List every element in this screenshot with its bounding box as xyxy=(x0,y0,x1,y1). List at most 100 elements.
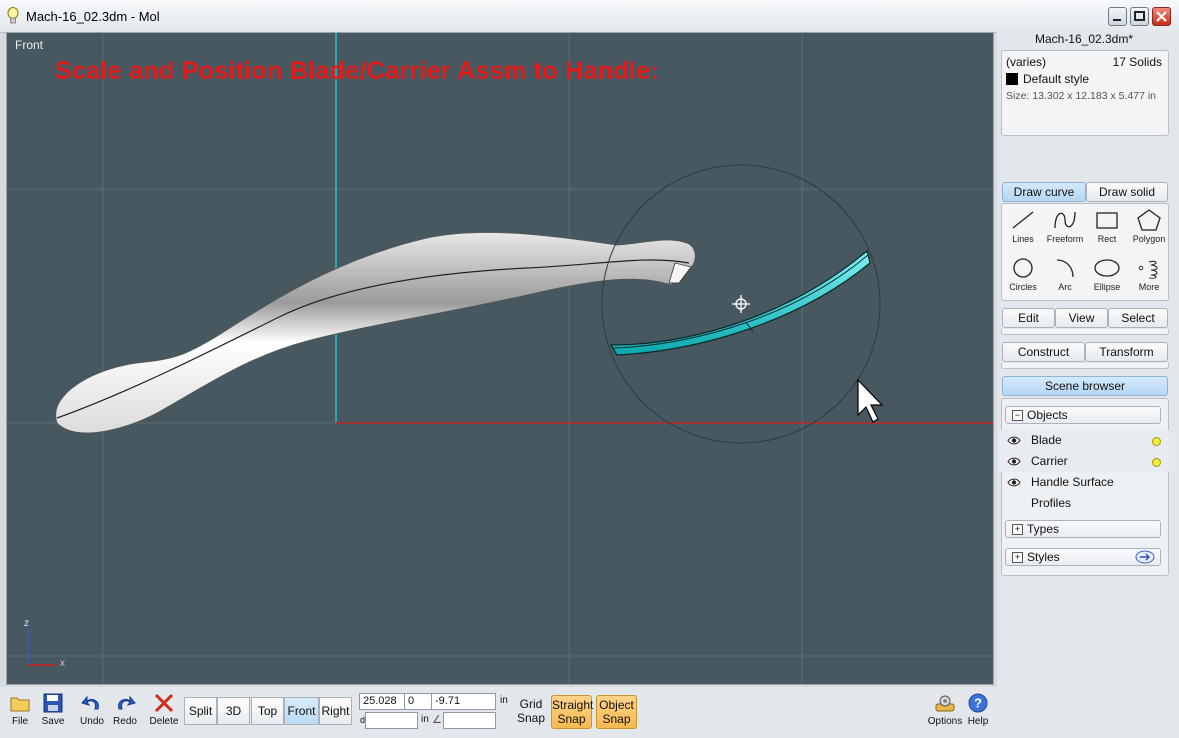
angle-icon: ∠ xyxy=(432,714,442,726)
redo-label: Redo xyxy=(113,716,137,727)
tab-select[interactable]: Select xyxy=(1108,308,1168,328)
straight-snap-toggle[interactable]: Straight Snap xyxy=(551,695,594,729)
objects-header[interactable]: − Objects xyxy=(1005,406,1161,424)
help-label: Help xyxy=(967,716,989,727)
objects-header-label: Objects xyxy=(1027,408,1068,422)
title-bar: Mach-16_02.3dm - Mol xyxy=(0,0,1179,33)
expand-icon[interactable]: + xyxy=(1012,524,1023,536)
file-label: File xyxy=(11,716,29,727)
selection-count: 17 Solids xyxy=(1112,55,1162,69)
tab-transform[interactable]: Transform xyxy=(1085,342,1168,362)
straight-snap-line2: Snap xyxy=(557,712,586,726)
grid-snap-line2: Snap xyxy=(516,711,546,725)
eye-icon[interactable] xyxy=(1007,436,1021,445)
save-label: Save xyxy=(41,716,65,727)
view-right-button[interactable]: Right xyxy=(319,697,352,725)
types-header[interactable]: + Types xyxy=(1005,520,1161,538)
grid-lines xyxy=(7,33,993,684)
freeform-icon xyxy=(1054,211,1076,229)
tool-freeform[interactable]: Freeform xyxy=(1044,204,1086,252)
tool-arc[interactable]: Arc xyxy=(1044,252,1086,300)
tool-more[interactable]: More xyxy=(1128,252,1170,300)
maximize-button[interactable] xyxy=(1130,7,1149,26)
tab-draw-curve[interactable]: Draw curve xyxy=(1002,182,1086,202)
tool-circles-label: Circles xyxy=(1009,282,1037,292)
styles-header-label: Styles xyxy=(1027,550,1060,564)
bottom-toolbar: File Save Undo Redo Delete Split 3D Top … xyxy=(0,687,997,738)
tool-polygon[interactable]: Polygon xyxy=(1128,204,1170,252)
tab-construct[interactable]: Construct xyxy=(1002,342,1085,362)
object-name: Handle Surface xyxy=(1031,475,1114,489)
object-row-blade[interactable]: Blade xyxy=(999,430,1169,451)
grid-snap-toggle[interactable]: Grid Snap xyxy=(514,697,548,725)
polygon-icon xyxy=(1137,209,1161,231)
angle-field[interactable] xyxy=(443,712,496,729)
tab-draw-solid[interactable]: Draw solid xyxy=(1086,182,1168,202)
folder-icon xyxy=(10,697,30,712)
style-name[interactable]: Default style xyxy=(1023,72,1089,86)
floppy-icon xyxy=(43,693,63,713)
selection-info: (varies) 17 Solids Default style Size: 1… xyxy=(1001,50,1169,136)
delete-button[interactable]: Delete xyxy=(147,691,181,735)
straight-snap-line1: Straight xyxy=(552,698,594,712)
redo-icon xyxy=(118,695,136,710)
viewport-label[interactable]: Front xyxy=(15,38,43,52)
edit-tabs-tray xyxy=(1001,329,1169,335)
construct-tabs-tray xyxy=(1001,363,1169,369)
minimize-button[interactable] xyxy=(1108,7,1127,26)
distance-field[interactable] xyxy=(365,712,418,729)
help-button[interactable]: ? Help xyxy=(963,691,993,735)
viewport-canvas[interactable] xyxy=(7,33,994,685)
object-row-carrier[interactable]: Carrier xyxy=(999,451,1169,472)
view-front-button[interactable]: Front xyxy=(284,697,319,725)
eye-icon[interactable] xyxy=(1007,457,1021,466)
selected-dot-icon xyxy=(1152,437,1161,446)
delete-icon xyxy=(154,693,174,713)
coord-z-field[interactable]: -9.71 xyxy=(432,693,496,710)
eye-icon[interactable] xyxy=(1007,478,1021,487)
style-swatch[interactable] xyxy=(1006,73,1018,85)
coord-unit: in xyxy=(500,695,508,706)
grid-snap-line1: Grid xyxy=(519,697,543,711)
view-split-button[interactable]: Split xyxy=(184,697,217,725)
tool-ellipse[interactable]: Ellipse xyxy=(1086,252,1128,300)
view-top-button[interactable]: Top xyxy=(251,697,284,725)
options-button[interactable]: Options xyxy=(927,691,963,735)
object-row-handle-surface[interactable]: Handle Surface xyxy=(999,472,1169,493)
view-3d-button[interactable]: 3D xyxy=(217,697,250,725)
tool-freeform-label: Freeform xyxy=(1046,234,1084,244)
close-button[interactable] xyxy=(1152,7,1171,26)
types-header-label: Types xyxy=(1027,522,1060,536)
tab-scene-browser[interactable]: Scene browser xyxy=(1002,376,1168,396)
redo-button[interactable]: Redo xyxy=(108,691,142,735)
object-row-profiles[interactable]: Profiles xyxy=(999,493,1169,514)
file-name: Mach-16_02.3dm* xyxy=(1034,32,1134,46)
selection-size: Size: 13.302 x 12.183 x 5.477 in xyxy=(1006,90,1157,102)
tool-rect[interactable]: Rect xyxy=(1086,204,1128,252)
undo-icon xyxy=(81,695,99,710)
file-button[interactable]: File xyxy=(3,691,37,735)
tool-polygon-label: Polygon xyxy=(1132,234,1166,244)
arrow-right-icon[interactable] xyxy=(1135,550,1155,564)
front-viewport[interactable]: Front Scale and Position Blade/Carrier A… xyxy=(6,32,994,685)
tool-lines[interactable]: Lines xyxy=(1002,204,1044,252)
axis-x-label: x xyxy=(60,658,65,669)
window-title: Mach-16_02.3dm - Mol xyxy=(26,9,160,24)
coord-x-field[interactable]: 25.028 xyxy=(359,693,405,710)
tab-view[interactable]: View xyxy=(1055,308,1108,328)
tab-edit[interactable]: Edit xyxy=(1002,308,1055,328)
selected-dot-icon xyxy=(1152,458,1161,467)
collapse-icon[interactable]: − xyxy=(1012,410,1023,422)
styles-header[interactable]: + Styles xyxy=(1005,548,1161,566)
object-snap-toggle[interactable]: Object Snap xyxy=(596,695,637,729)
object-snap-line2: Snap xyxy=(602,712,631,726)
expand-icon[interactable]: + xyxy=(1012,552,1023,564)
options-icon xyxy=(935,695,955,712)
rect-icon xyxy=(1096,212,1118,229)
save-button[interactable]: Save xyxy=(36,691,70,735)
maximize-icon xyxy=(1134,11,1145,21)
tool-circles[interactable]: Circles xyxy=(1002,252,1044,300)
help-icon: ? xyxy=(968,693,988,713)
undo-button[interactable]: Undo xyxy=(75,691,109,735)
coord-y-field[interactable]: 0 xyxy=(405,693,432,710)
